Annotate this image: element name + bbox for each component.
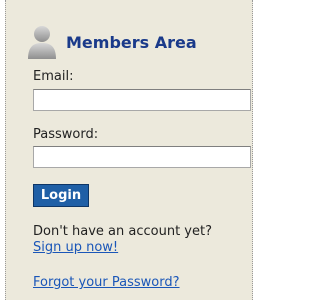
email-field[interactable]: [33, 89, 251, 111]
login-button[interactable]: Login: [33, 184, 89, 207]
members-login-panel: Members Area Email: Password: Login Don'…: [5, 0, 253, 300]
user-icon: [26, 24, 58, 60]
sign-up-link[interactable]: Sign up now!: [33, 240, 118, 255]
panel-header: Members Area: [26, 24, 246, 64]
no-account-text: Don't have an account yet?: [33, 224, 212, 239]
panel-title: Members Area: [66, 33, 197, 52]
email-label: Email:: [33, 69, 74, 84]
forgot-password-link[interactable]: Forgot your Password?: [33, 275, 180, 290]
password-field[interactable]: [33, 146, 251, 168]
password-label: Password:: [33, 127, 99, 142]
